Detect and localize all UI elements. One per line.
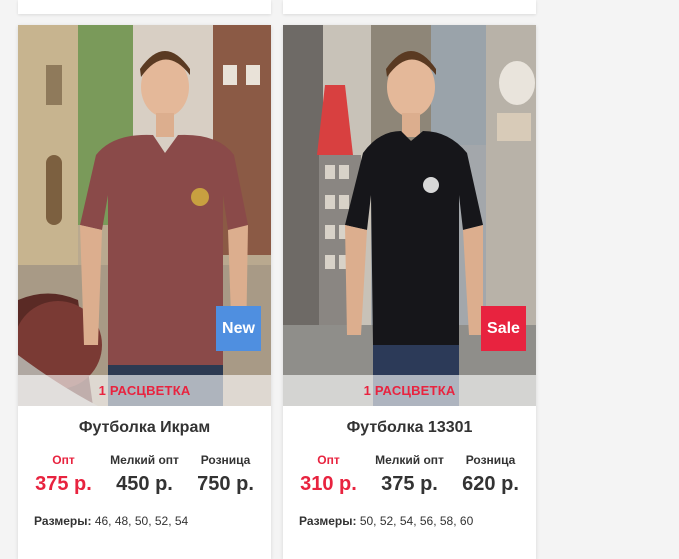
price-value: 620 р. [462, 473, 519, 495]
price-value: 310 р. [300, 473, 357, 495]
sizes-label: Размеры: [34, 514, 92, 528]
price-row: Опт 310 р. Мелкий опт 375 р. Розница 620… [283, 453, 536, 496]
price-value: 375 р. [381, 473, 438, 495]
product-title[interactable]: Футболка 13301 [283, 419, 536, 439]
price-label: Опт [317, 453, 340, 467]
sizes-values: 50, 52, 54, 56, 58, 60 [359, 514, 474, 528]
sizes-line: Размеры: 50, 52, 54, 56, 58, 60 [283, 514, 536, 528]
product-photo[interactable]: Sale 1 РАСЦВЕТКА [283, 25, 536, 406]
badge-new: New [216, 306, 261, 351]
product-card-above-2[interactable] [283, 0, 536, 14]
price-retail: Розница 750 р. [197, 453, 254, 496]
sizes-values: 46, 48, 50, 52, 54 [94, 514, 189, 528]
price-small-wholesale: Мелкий опт 450 р. [110, 453, 179, 496]
price-row: Опт 375 р. Мелкий опт 450 р. Розница 750… [18, 453, 271, 496]
product-card[interactable]: New 1 РАСЦВЕТКА Футболка Икрам Опт 375 р… [18, 25, 271, 559]
colorways-link[interactable]: 1 РАСЦВЕТКА [283, 375, 536, 406]
price-label: Розница [200, 453, 251, 467]
price-label: Мелкий опт [375, 453, 444, 467]
sizes-line: Размеры: 46, 48, 50, 52, 54 [18, 514, 271, 528]
price-small-wholesale: Мелкий опт 375 р. [375, 453, 444, 496]
price-value: 450 р. [116, 473, 173, 495]
product-card[interactable]: Sale 1 РАСЦВЕТКА Футболка 13301 Опт 310 … [283, 25, 536, 559]
price-label: Розница [465, 453, 516, 467]
badge-sale: Sale [481, 306, 526, 351]
product-photo[interactable]: New 1 РАСЦВЕТКА [18, 25, 271, 406]
price-retail: Розница 620 р. [462, 453, 519, 496]
price-value: 750 р. [197, 473, 254, 495]
price-wholesale: Опт 310 р. [300, 453, 357, 496]
colorways-link[interactable]: 1 РАСЦВЕТКА [18, 375, 271, 406]
product-card-above-1[interactable] [18, 0, 271, 14]
price-label: Опт [52, 453, 75, 467]
product-title[interactable]: Футболка Икрам [18, 419, 271, 439]
price-label: Мелкий опт [110, 453, 179, 467]
sizes-label: Размеры: [299, 514, 357, 528]
price-value: 375 р. [35, 473, 92, 495]
price-wholesale: Опт 375 р. [35, 453, 92, 496]
